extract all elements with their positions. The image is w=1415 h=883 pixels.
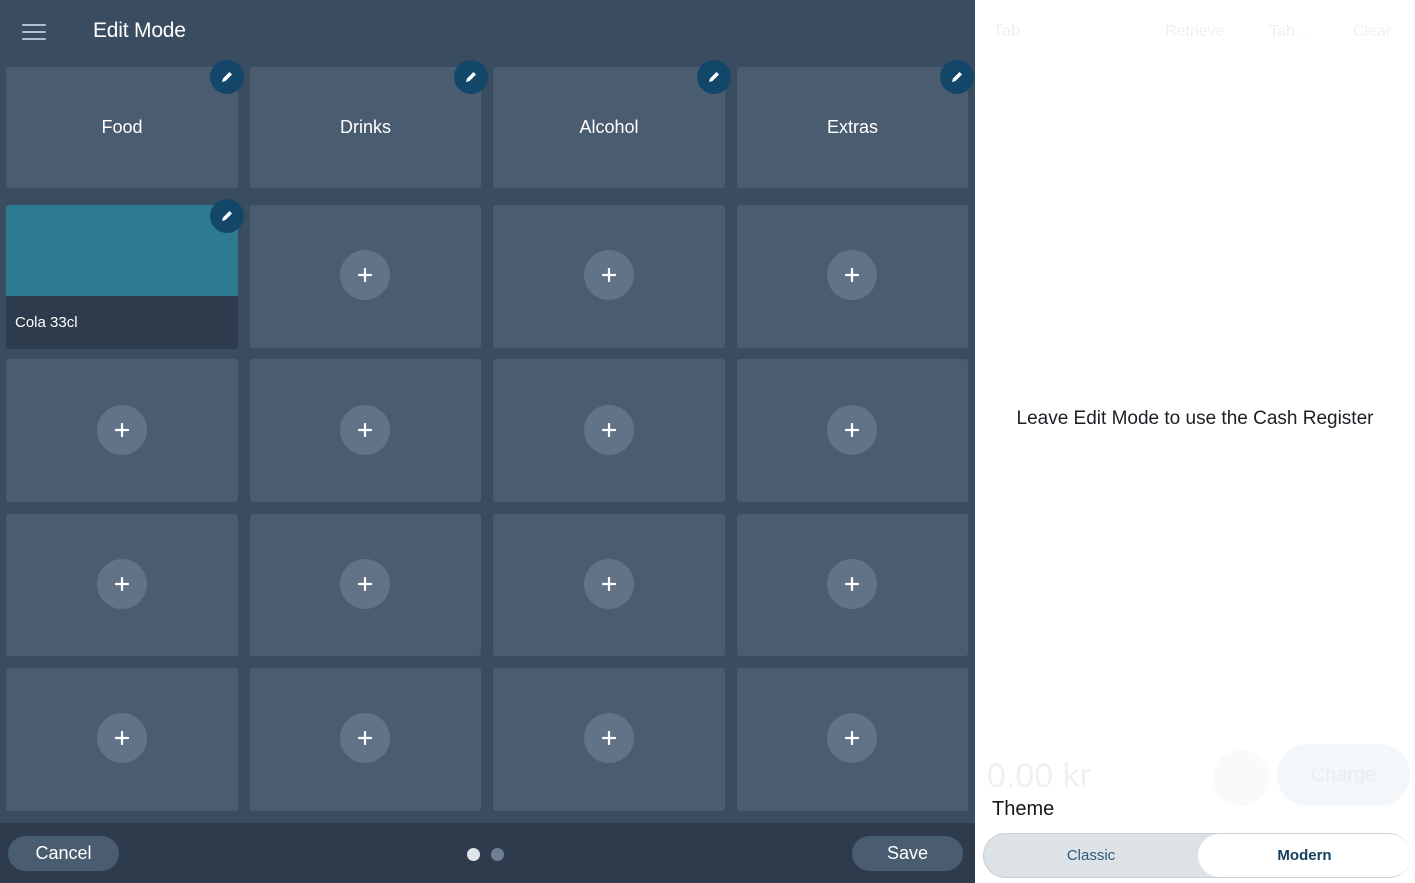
charge-button: Charge: [1277, 744, 1410, 806]
empty-slot-tile: [6, 359, 238, 502]
add-product-plus-icon[interactable]: [584, 559, 634, 609]
add-product-plus-icon[interactable]: [827, 713, 877, 763]
add-product-plus-icon[interactable]: [97, 713, 147, 763]
add-product-plus-icon[interactable]: [584, 250, 634, 300]
page-dot-active[interactable]: [467, 848, 480, 861]
empty-slot-tile: [493, 668, 725, 811]
category-tile-drinks[interactable]: Drinks: [250, 67, 481, 188]
hamburger-menu-icon[interactable]: [14, 17, 54, 47]
chevron-down-icon: ⌄: [1299, 28, 1308, 39]
add-product-plus-icon[interactable]: [340, 405, 390, 455]
cash-register-panel: Tab Retrieve Tab ⌄ Clear Leave Edit Mode…: [975, 0, 1415, 883]
category-label: Alcohol: [579, 117, 639, 137]
product-color-swatch: [6, 205, 238, 296]
category-tile-alcohol[interactable]: Alcohol: [493, 67, 725, 188]
empty-slot-tile: [250, 514, 481, 656]
theme-option-modern[interactable]: Modern: [1198, 834, 1411, 877]
empty-slot-tile: [737, 668, 968, 811]
empty-slot-tile: [6, 514, 238, 656]
empty-slot-tile: [737, 359, 968, 502]
edit-pencil-icon[interactable]: [210, 199, 244, 233]
total-amount: 0.00 kr: [987, 757, 1091, 795]
bottom-bar: Cancel Save: [0, 823, 975, 883]
tab-name-label: Tab: [993, 21, 1021, 40]
empty-slot-tile: [250, 359, 481, 502]
edit-pencil-icon[interactable]: [697, 60, 731, 94]
cancel-button[interactable]: Cancel: [8, 836, 119, 871]
product-tile-cola[interactable]: Cola 33cl: [6, 205, 238, 349]
clear-button: Clear: [1353, 23, 1392, 40]
page-dot[interactable]: [491, 848, 504, 861]
theme-label: Theme: [992, 798, 1055, 820]
add-product-plus-icon[interactable]: [97, 559, 147, 609]
category-label: Food: [101, 117, 143, 137]
add-product-plus-icon[interactable]: [827, 405, 877, 455]
edit-mode-notice: Leave Edit Mode to use the Cash Register: [1016, 408, 1374, 429]
add-product-plus-icon[interactable]: [340, 559, 390, 609]
add-product-plus-icon[interactable]: [97, 405, 147, 455]
add-product-plus-icon[interactable]: [340, 250, 390, 300]
empty-slot-tile: [493, 359, 725, 502]
tab-dropdown-label: Tab: [1269, 23, 1295, 40]
empty-slot-tile: [250, 668, 481, 811]
empty-slot-tile: [737, 514, 968, 656]
theme-toggle: Classic Modern: [983, 833, 1411, 878]
category-tile-food[interactable]: Food: [6, 67, 238, 188]
top-bar: Edit Mode: [0, 0, 975, 64]
empty-slot-tile: [493, 205, 725, 348]
empty-slot-tile: [737, 205, 968, 348]
edit-pencil-icon[interactable]: [940, 60, 974, 94]
add-product-plus-icon[interactable]: [827, 559, 877, 609]
category-label: Drinks: [339, 117, 391, 137]
edit-pencil-icon[interactable]: [454, 60, 488, 94]
page-title: Edit Mode: [93, 19, 186, 42]
edit-pencil-icon[interactable]: [210, 60, 244, 94]
empty-slot-tile: [250, 205, 481, 348]
theme-option-classic[interactable]: Classic: [984, 834, 1198, 877]
edit-panel: Edit Mode Food Drinks Alcohol Extras Col…: [0, 0, 975, 883]
customer-icon: [1213, 750, 1269, 806]
product-name: Cola 33cl: [15, 314, 78, 331]
tab-dropdown: Tab ⌄: [1269, 23, 1308, 41]
add-product-plus-icon[interactable]: [827, 250, 877, 300]
empty-slot-tile: [6, 668, 238, 811]
retrieve-button: Retrieve: [1165, 23, 1225, 40]
add-product-plus-icon[interactable]: [584, 713, 634, 763]
add-product-plus-icon[interactable]: [340, 713, 390, 763]
category-tile-extras[interactable]: Extras: [737, 67, 968, 188]
add-product-plus-icon[interactable]: [584, 405, 634, 455]
empty-slot-tile: [493, 514, 725, 656]
category-label: Extras: [826, 117, 878, 137]
save-button[interactable]: Save: [852, 836, 963, 871]
